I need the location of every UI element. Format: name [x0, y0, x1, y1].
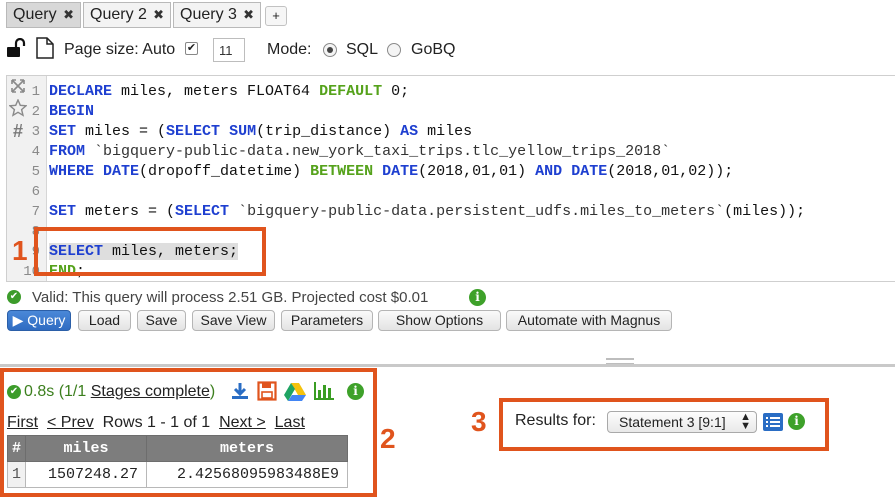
- show-options-button[interactable]: Show Options: [378, 310, 501, 331]
- load-button[interactable]: Load: [78, 310, 131, 331]
- line-number: 1: [31, 84, 40, 100]
- tab-label: Query: [13, 6, 57, 23]
- close-icon[interactable]: ✖: [243, 7, 254, 23]
- annotation-box-1: [34, 227, 266, 276]
- close-icon[interactable]: ✖: [63, 7, 74, 23]
- close-icon[interactable]: ✖: [153, 7, 164, 23]
- code-line: WHERE DATE(dropoff_datetime) BETWEEN DAT…: [49, 163, 734, 180]
- annotation-box-2: [0, 368, 377, 497]
- mode-sql-radio[interactable]: [323, 43, 337, 57]
- code-line: DECLARE miles, meters FLOAT64 DEFAULT 0;: [49, 83, 410, 100]
- annotation-box-3: [499, 398, 829, 451]
- save-button[interactable]: Save: [137, 310, 186, 331]
- mode-label: Mode:: [267, 41, 312, 58]
- comment-hash-icon[interactable]: #: [9, 122, 27, 140]
- automate-with-magnus-button[interactable]: Automate with Magnus: [506, 310, 672, 331]
- line-number: 5: [31, 164, 40, 180]
- tab-query[interactable]: Query ✖: [6, 2, 81, 28]
- line-number: 3: [31, 124, 40, 140]
- line-number: 7: [31, 204, 40, 220]
- page-size-input[interactable]: 11: [213, 38, 245, 62]
- add-tab-button[interactable]: +: [265, 6, 287, 26]
- tab-label: Query 2: [90, 6, 147, 23]
- code-line: BEGIN: [49, 103, 95, 120]
- run-query-label: Query: [27, 312, 66, 328]
- play-icon: ▶: [12, 312, 24, 328]
- mode-gobq-label[interactable]: GoBQ: [411, 41, 455, 59]
- tab-bar: Query ✖ Query 2 ✖ Query 3 ✖ +: [0, 0, 895, 30]
- code-line: FROM `bigquery-public-data.new_york_taxi…: [49, 143, 671, 160]
- line-number: 6: [31, 184, 40, 200]
- run-query-button[interactable]: ▶ Query: [7, 310, 71, 331]
- star-icon[interactable]: [8, 98, 28, 122]
- query-toolbar: Page size: Auto ✔ 11 Mode: SQL GoBQ: [0, 34, 895, 66]
- mode-sql-label[interactable]: SQL: [346, 41, 378, 59]
- tab-query-2[interactable]: Query 2 ✖: [83, 2, 171, 28]
- info-icon[interactable]: i: [469, 289, 486, 306]
- tab-label: Query 3: [180, 6, 237, 23]
- parameters-button[interactable]: Parameters: [281, 310, 373, 331]
- code-line: SET meters = (SELECT `bigquery-public-da…: [49, 203, 806, 220]
- annotation-label-2: 2: [380, 423, 396, 454]
- code-line: SET miles = (SELECT SUM(trip_distance) A…: [49, 123, 473, 140]
- line-number: 2: [31, 104, 40, 120]
- validation-status: Valid: This query will process 2.51 GB. …: [32, 289, 429, 306]
- tab-query-3[interactable]: Query 3 ✖: [173, 2, 261, 28]
- annotation-label-1: 1: [12, 235, 28, 266]
- unlock-icon[interactable]: [6, 37, 28, 61]
- panel-splitter[interactable]: [0, 364, 895, 367]
- save-view-button[interactable]: Save View: [192, 310, 275, 331]
- new-document-icon[interactable]: [35, 37, 55, 62]
- annotation-label-3: 3: [471, 406, 487, 437]
- page-size-label: Page size: Auto: [64, 41, 176, 58]
- page-size-auto-checkbox[interactable]: ✔: [185, 42, 198, 55]
- valid-check-icon: ✔: [7, 290, 21, 304]
- line-number: 4: [31, 144, 40, 160]
- mode-gobq-radio[interactable]: [387, 43, 401, 57]
- expand-icon[interactable]: [9, 78, 27, 99]
